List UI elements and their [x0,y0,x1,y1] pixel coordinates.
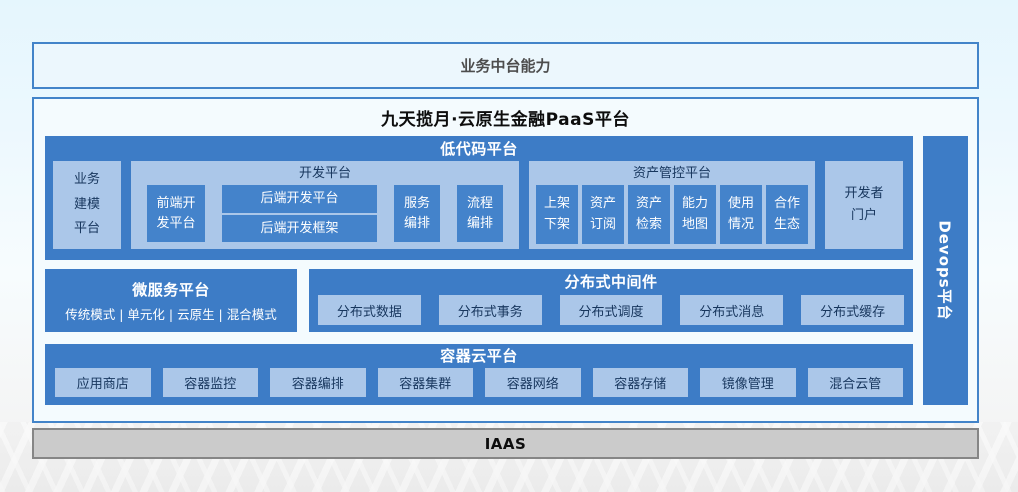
container-item-image-mgmt: 镜像管理 [700,368,796,397]
paas-platform-panel: 九天揽月·云原生金融PaaS平台 低代码平台 业务 建模 平台 开发平台 前端开… [32,97,979,423]
top-banner-business-midplatform: 业务中台能力 [32,42,979,89]
iaas-label: IAAS [485,435,527,453]
middleware-item-transaction: 分布式事务 [439,295,542,325]
distributed-middleware-section: 分布式中间件 分布式数据 分布式事务 分布式调度 分布式消息 分布式缓存 [309,269,913,332]
asset-control-platform-group: 资产管控平台 上架 下架 资产 订阅 资产 检索 能力 地图 使用 情况 合作 … [529,161,815,249]
distributed-middleware-items: 分布式数据 分布式事务 分布式调度 分布式消息 分布式缓存 [309,295,913,332]
devops-platform-bar: Devops平台 [923,136,968,405]
container-item-network: 容器网络 [485,368,581,397]
container-cloud-items: 应用商店 容器监控 容器编排 容器集群 容器网络 容器存储 镜像管理 混合云管 [45,368,913,405]
low-code-platform-section: 低代码平台 业务 建模 平台 开发平台 前端开 发平台 后端开发平台 后端开发框… [45,136,913,260]
asset-item-usage: 使用 情况 [720,185,762,244]
asset-item-ecosystem: 合作 生态 [766,185,808,244]
process-orchestration-box: 流程 编排 [457,185,503,242]
platform-sections-column: 低代码平台 业务 建模 平台 开发平台 前端开 发平台 后端开发平台 后端开发框… [45,136,913,405]
developer-portal-box: 开发者 门户 [825,161,903,249]
low-code-platform-body: 业务 建模 平台 开发平台 前端开 发平台 后端开发平台 后端开发框架 服务 编… [45,161,913,260]
container-item-orchestration: 容器编排 [270,368,366,397]
asset-control-platform-title: 资产管控平台 [529,161,815,185]
backend-dev-platform-box: 后端开发平台 [222,185,377,213]
distributed-middleware-title: 分布式中间件 [309,269,913,295]
asset-item-capability-map: 能力 地图 [674,185,716,244]
middle-row: 微服务平台 传统模式 | 单元化 | 云原生 | 混合模式 分布式中间件 分布式… [45,269,913,332]
microservice-platform-modes: 传统模式 | 单元化 | 云原生 | 混合模式 [65,304,276,323]
paas-platform-title: 九天揽月·云原生金融PaaS平台 [34,99,977,136]
container-cloud-section: 容器云平台 应用商店 容器监控 容器编排 容器集群 容器网络 容器存储 镜像管理… [45,344,913,405]
container-cloud-title: 容器云平台 [45,344,913,368]
low-code-platform-title: 低代码平台 [45,136,913,161]
container-item-hybrid-cloud: 混合云管 [808,368,904,397]
asset-item-subscribe: 资产 订阅 [582,185,624,244]
container-item-storage: 容器存储 [593,368,689,397]
asset-control-items: 上架 下架 资产 订阅 资产 检索 能力 地图 使用 情况 合作 生态 [529,185,815,249]
middleware-item-data: 分布式数据 [318,295,421,325]
middleware-item-message: 分布式消息 [680,295,783,325]
middleware-item-scheduling: 分布式调度 [560,295,663,325]
top-banner-label: 业务中台能力 [460,55,550,76]
middleware-item-cache: 分布式缓存 [801,295,904,325]
microservice-platform-box: 微服务平台 传统模式 | 单元化 | 云原生 | 混合模式 [45,269,297,332]
dev-platform-title: 开发平台 [131,161,519,185]
dev-platform-group: 开发平台 前端开 发平台 后端开发平台 后端开发框架 服务 编排 流程 编排 [131,161,519,249]
microservice-platform-title: 微服务平台 [132,279,210,300]
container-item-monitoring: 容器监控 [163,368,259,397]
asset-item-shelf: 上架 下架 [536,185,578,244]
container-item-cluster: 容器集群 [378,368,474,397]
frontend-dev-platform-box: 前端开 发平台 [147,185,205,242]
dev-platform-items: 前端开 发平台 后端开发平台 后端开发框架 服务 编排 流程 编排 [131,185,519,249]
business-modeling-platform-box: 业务 建模 平台 [53,161,121,249]
backend-dev-framework-box: 后端开发框架 [222,215,377,243]
service-orchestration-box: 服务 编排 [394,185,440,242]
iaas-bar: IAAS [32,428,979,459]
asset-item-search: 资产 检索 [628,185,670,244]
container-item-app-store: 应用商店 [55,368,151,397]
backend-dev-column: 后端开发平台 后端开发框架 [222,185,377,242]
paas-platform-content: 低代码平台 业务 建模 平台 开发平台 前端开 发平台 后端开发平台 后端开发框… [34,136,977,405]
devops-platform-label: Devops平台 [935,220,956,320]
